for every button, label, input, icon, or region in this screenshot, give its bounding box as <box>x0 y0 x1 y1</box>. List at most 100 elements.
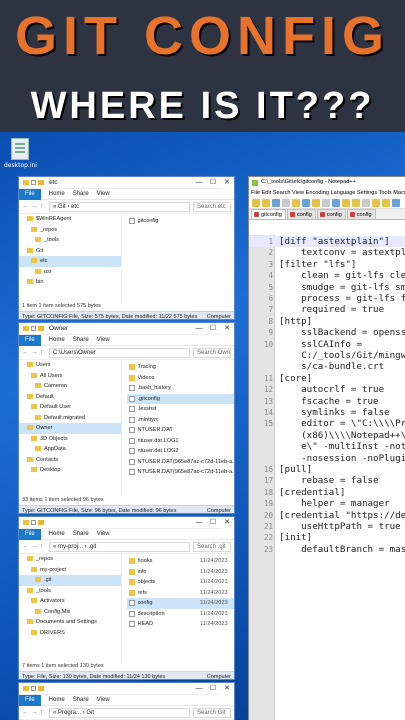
nav-pane-item[interactable]: Git <box>19 246 121 257</box>
file-row[interactable]: Tracing <box>127 362 235 373</box>
properties-icon[interactable] <box>31 326 36 331</box>
search-input[interactable]: Search Owner <box>193 347 231 358</box>
file-row[interactable]: ntuser.dat.LOG2 <box>127 446 235 457</box>
forward-arrow-icon[interactable]: → <box>31 709 38 716</box>
minimize-button[interactable]: — <box>192 177 206 189</box>
file-row[interactable]: refs 11/24/2023 <box>127 588 235 599</box>
ribbon-tab-view[interactable]: View <box>97 531 110 537</box>
nav-pane-item[interactable]: Cameron <box>19 381 121 392</box>
close-button[interactable]: ✕ <box>220 177 234 189</box>
nav-pane-item[interactable]: Contacts <box>19 455 121 466</box>
ribbon-tab-home[interactable]: Home <box>49 337 65 343</box>
notepad-toolbar[interactable] <box>249 198 405 209</box>
maximize-button[interactable]: ☐ <box>206 683 220 695</box>
file-row[interactable]: .bash_history <box>127 383 235 394</box>
file-row[interactable]: gitconfig <box>127 216 235 227</box>
ribbon-tab-view[interactable]: View <box>97 697 110 703</box>
editor-tab[interactable]: config <box>316 209 346 219</box>
paste-icon[interactable] <box>332 199 340 207</box>
notepad-menu[interactable]: File Edit Search View Encoding Language … <box>249 188 405 198</box>
explorer-window-program-git[interactable]: — ☐ ✕ File Home Share View ← → ↑ « Progra... › Git… <box>18 682 235 720</box>
nav-pane-item[interactable]: Owner <box>19 423 122 434</box>
address-bar[interactable]: « Git › etc <box>49 201 190 212</box>
search-input[interactable]: Search Git <box>193 707 231 718</box>
save-all-icon[interactable] <box>282 199 290 207</box>
nav-pane-item[interactable]: Documents and Settings <box>19 617 121 628</box>
title-bar[interactable]: — ☐ ✕ <box>19 683 234 695</box>
forward-arrow-icon[interactable]: → <box>31 203 38 210</box>
maximize-button[interactable]: ☐ <box>206 323 220 335</box>
title-bar[interactable]: — ☐ ✕ <box>19 517 234 529</box>
nav-pane-item[interactable]: bin <box>19 277 121 288</box>
nav-pane-item[interactable]: All Users <box>19 371 121 382</box>
nav-pane-item[interactable]: Desktop <box>19 465 121 476</box>
maximize-button[interactable]: ☐ <box>206 177 220 189</box>
close-button[interactable]: ✕ <box>220 683 234 695</box>
ribbon-tab-view[interactable]: View <box>97 337 110 343</box>
new-icon[interactable] <box>252 199 260 207</box>
file-row[interactable]: Videos <box>127 373 235 384</box>
file-row[interactable]: HEAD 11/24/2023 <box>127 619 235 630</box>
notepad-tabs[interactable]: gitconfig config config config <box>249 209 405 220</box>
find-icon[interactable] <box>362 199 370 207</box>
editor-tab[interactable]: config <box>286 209 316 219</box>
cut-icon[interactable] <box>312 199 320 207</box>
explorer-window-owner[interactable]: Owner — ☐ ✕ File Home Share View ← → ↑ C:\Users\Own… <box>18 322 235 514</box>
editor-tab[interactable]: config <box>346 209 376 219</box>
ribbon-tab-home[interactable]: Home <box>49 531 65 537</box>
properties-icon[interactable] <box>31 180 36 185</box>
up-arrow-icon[interactable]: ↑ <box>40 203 46 210</box>
ribbon-tab-share[interactable]: Share <box>73 697 89 703</box>
nav-pane-item[interactable]: usr <box>19 267 121 278</box>
nav-pane-item[interactable]: $WinREAgent <box>19 214 121 225</box>
notepad-editor[interactable]: 1 [diff "astextplain"] 2 textconv = astext… <box>249 235 405 720</box>
ribbon-tab-file[interactable]: File <box>19 694 41 706</box>
new-folder-icon[interactable] <box>38 326 44 331</box>
open-icon[interactable] <box>262 199 270 207</box>
file-row[interactable]: info 11/24/2023 <box>127 567 235 578</box>
notepad-window[interactable]: C:\_tools\Git\etc\gitconfig - Notepad++ … <box>248 176 405 720</box>
ribbon-tab-home[interactable]: Home <box>49 697 65 703</box>
maximize-button[interactable]: ☐ <box>206 517 220 529</box>
back-arrow-icon[interactable]: ← <box>22 349 29 356</box>
ribbon-tab-share[interactable]: Share <box>73 191 89 197</box>
ribbon-tab-file[interactable]: File <box>19 188 41 200</box>
file-row[interactable]: .lesshst <box>127 404 235 415</box>
forward-arrow-icon[interactable]: → <box>31 543 38 550</box>
explorer-window-etc[interactable]: etc — ☐ ✕ File Home Share View ← → ↑ « Git › etc Sea… <box>18 176 235 320</box>
ribbon-tab-view[interactable]: View <box>97 191 110 197</box>
file-row[interactable]: .gitconfig <box>126 393 234 404</box>
file-row[interactable]: description 11/24/2023 <box>127 609 235 620</box>
address-bar[interactable]: « my-proj... › .git <box>49 541 190 552</box>
nav-pane-item[interactable]: _tools <box>19 586 121 597</box>
ribbon-tab-file[interactable]: File <box>19 334 41 346</box>
redo-icon[interactable] <box>352 199 360 207</box>
nav-pane-item[interactable]: .git <box>19 575 122 586</box>
nav-pane-item[interactable]: Default User <box>19 402 121 413</box>
properties-icon[interactable] <box>31 520 36 525</box>
search-input[interactable]: Search etc <box>193 201 231 212</box>
nav-pane-item[interactable]: _repos <box>19 554 121 565</box>
editor-tab[interactable]: gitconfig <box>251 209 286 219</box>
nav-pane-item[interactable]: _tools <box>19 235 121 246</box>
undo-icon[interactable] <box>342 199 350 207</box>
up-arrow-icon[interactable]: ↑ <box>40 349 46 356</box>
ribbon-tab-share[interactable]: Share <box>73 337 89 343</box>
replace-icon[interactable] <box>372 199 380 207</box>
nav-pane-item[interactable]: AppData <box>19 444 121 455</box>
close-button[interactable]: ✕ <box>220 517 234 529</box>
up-arrow-icon[interactable]: ↑ <box>40 543 46 550</box>
new-folder-icon[interactable] <box>38 686 44 691</box>
zoom-in-icon[interactable] <box>382 199 390 207</box>
copy-icon[interactable] <box>322 199 330 207</box>
ribbon-tab-file[interactable]: File <box>19 528 41 540</box>
ribbon-tab-home[interactable]: Home <box>49 191 65 197</box>
save-icon[interactable] <box>272 199 280 207</box>
print-icon[interactable] <box>302 199 310 207</box>
up-arrow-icon[interactable]: ↑ <box>40 709 46 716</box>
minimize-button[interactable]: — <box>192 517 206 529</box>
minimize-button[interactable]: — <box>192 683 206 695</box>
properties-icon[interactable] <box>31 686 36 691</box>
file-row[interactable]: objects 11/24/2023 <box>127 577 235 588</box>
file-row[interactable]: NTUSER.DAT{965e87ac-c72d-11eb-a... <box>127 457 234 468</box>
